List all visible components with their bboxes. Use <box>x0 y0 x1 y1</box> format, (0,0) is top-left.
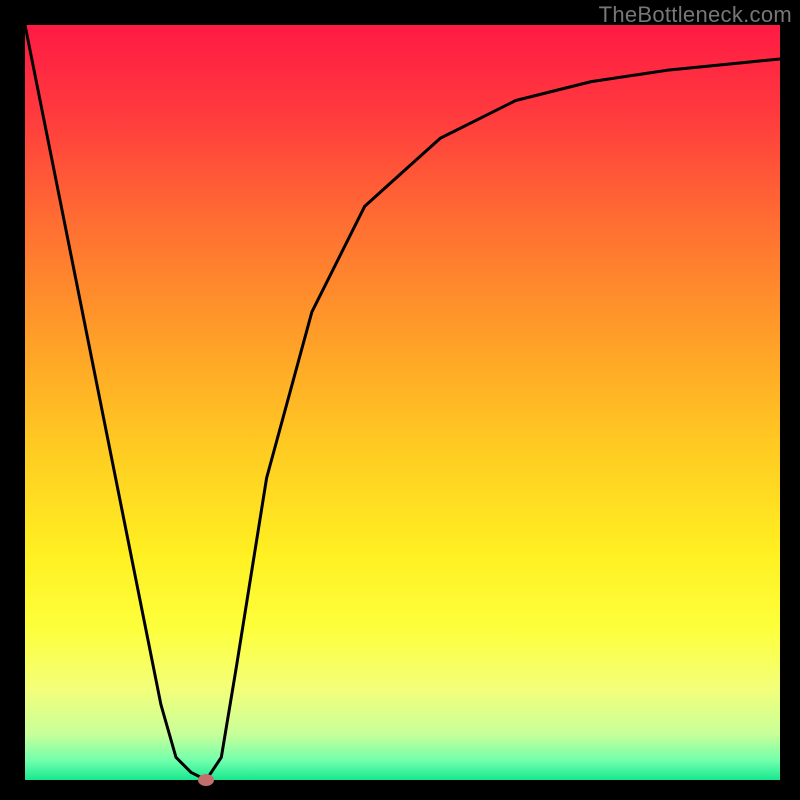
plot-area <box>25 25 780 780</box>
chart-frame: TheBottleneck.com <box>0 0 800 800</box>
bottleneck-curve <box>25 25 780 780</box>
optimal-point-marker <box>198 774 214 786</box>
watermark-text: TheBottleneck.com <box>599 2 792 28</box>
